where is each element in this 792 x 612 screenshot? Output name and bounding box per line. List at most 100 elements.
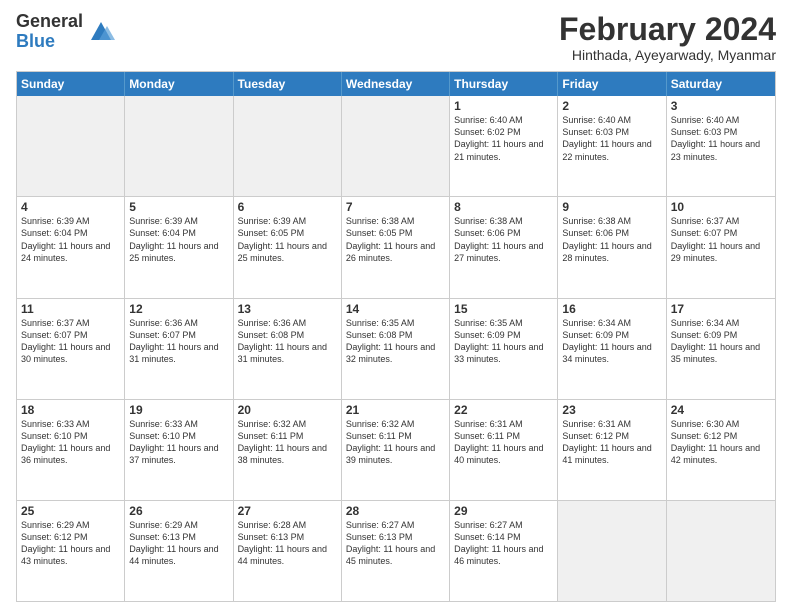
day-number: 11: [21, 302, 120, 316]
cell-info: Sunrise: 6:29 AM Sunset: 6:12 PM Dayligh…: [21, 519, 120, 568]
calendar-cell: 1Sunrise: 6:40 AM Sunset: 6:02 PM Daylig…: [450, 96, 558, 196]
day-number: 10: [671, 200, 771, 214]
main-title: February 2024: [559, 12, 776, 47]
day-number: 7: [346, 200, 445, 214]
cell-info: Sunrise: 6:35 AM Sunset: 6:09 PM Dayligh…: [454, 317, 553, 366]
cell-info: Sunrise: 6:33 AM Sunset: 6:10 PM Dayligh…: [129, 418, 228, 467]
day-number: 20: [238, 403, 337, 417]
calendar-cell: [17, 96, 125, 196]
cell-info: Sunrise: 6:34 AM Sunset: 6:09 PM Dayligh…: [562, 317, 661, 366]
calendar-cell: 17Sunrise: 6:34 AM Sunset: 6:09 PM Dayli…: [667, 299, 775, 399]
cell-info: Sunrise: 6:35 AM Sunset: 6:08 PM Dayligh…: [346, 317, 445, 366]
cell-info: Sunrise: 6:39 AM Sunset: 6:04 PM Dayligh…: [129, 215, 228, 264]
day-number: 18: [21, 403, 120, 417]
calendar-cell: 23Sunrise: 6:31 AM Sunset: 6:12 PM Dayli…: [558, 400, 666, 500]
calendar-cell: 5Sunrise: 6:39 AM Sunset: 6:04 PM Daylig…: [125, 197, 233, 297]
cell-info: Sunrise: 6:33 AM Sunset: 6:10 PM Dayligh…: [21, 418, 120, 467]
calendar-cell: [558, 501, 666, 601]
day-number: 3: [671, 99, 771, 113]
calendar-cell: 19Sunrise: 6:33 AM Sunset: 6:10 PM Dayli…: [125, 400, 233, 500]
cell-info: Sunrise: 6:40 AM Sunset: 6:03 PM Dayligh…: [562, 114, 661, 163]
cell-info: Sunrise: 6:36 AM Sunset: 6:07 PM Dayligh…: [129, 317, 228, 366]
cell-info: Sunrise: 6:37 AM Sunset: 6:07 PM Dayligh…: [21, 317, 120, 366]
calendar-cell: [125, 96, 233, 196]
calendar-header: SundayMondayTuesdayWednesdayThursdayFrid…: [17, 72, 775, 96]
day-number: 13: [238, 302, 337, 316]
day-number: 14: [346, 302, 445, 316]
cell-info: Sunrise: 6:32 AM Sunset: 6:11 PM Dayligh…: [238, 418, 337, 467]
header-day-tuesday: Tuesday: [234, 72, 342, 96]
calendar: SundayMondayTuesdayWednesdayThursdayFrid…: [16, 71, 776, 602]
calendar-cell: 7Sunrise: 6:38 AM Sunset: 6:05 PM Daylig…: [342, 197, 450, 297]
day-number: 28: [346, 504, 445, 518]
calendar-cell: 15Sunrise: 6:35 AM Sunset: 6:09 PM Dayli…: [450, 299, 558, 399]
calendar-cell: 2Sunrise: 6:40 AM Sunset: 6:03 PM Daylig…: [558, 96, 666, 196]
calendar-cell: 27Sunrise: 6:28 AM Sunset: 6:13 PM Dayli…: [234, 501, 342, 601]
calendar-cell: 3Sunrise: 6:40 AM Sunset: 6:03 PM Daylig…: [667, 96, 775, 196]
calendar-week-1: 4Sunrise: 6:39 AM Sunset: 6:04 PM Daylig…: [17, 196, 775, 297]
day-number: 8: [454, 200, 553, 214]
calendar-cell: 28Sunrise: 6:27 AM Sunset: 6:13 PM Dayli…: [342, 501, 450, 601]
title-block: February 2024 Hinthada, Ayeyarwady, Myan…: [559, 12, 776, 63]
calendar-cell: 16Sunrise: 6:34 AM Sunset: 6:09 PM Dayli…: [558, 299, 666, 399]
day-number: 27: [238, 504, 337, 518]
calendar-cell: 14Sunrise: 6:35 AM Sunset: 6:08 PM Dayli…: [342, 299, 450, 399]
day-number: 4: [21, 200, 120, 214]
header-day-friday: Friday: [558, 72, 666, 96]
calendar-week-2: 11Sunrise: 6:37 AM Sunset: 6:07 PM Dayli…: [17, 298, 775, 399]
calendar-cell: [342, 96, 450, 196]
cell-info: Sunrise: 6:32 AM Sunset: 6:11 PM Dayligh…: [346, 418, 445, 467]
cell-info: Sunrise: 6:27 AM Sunset: 6:13 PM Dayligh…: [346, 519, 445, 568]
header-day-wednesday: Wednesday: [342, 72, 450, 96]
cell-info: Sunrise: 6:38 AM Sunset: 6:06 PM Dayligh…: [562, 215, 661, 264]
header-day-saturday: Saturday: [667, 72, 775, 96]
cell-info: Sunrise: 6:31 AM Sunset: 6:12 PM Dayligh…: [562, 418, 661, 467]
calendar-cell: 20Sunrise: 6:32 AM Sunset: 6:11 PM Dayli…: [234, 400, 342, 500]
page: General Blue February 2024 Hinthada, Aye…: [0, 0, 792, 612]
header-day-thursday: Thursday: [450, 72, 558, 96]
calendar-cell: 8Sunrise: 6:38 AM Sunset: 6:06 PM Daylig…: [450, 197, 558, 297]
cell-info: Sunrise: 6:40 AM Sunset: 6:03 PM Dayligh…: [671, 114, 771, 163]
day-number: 2: [562, 99, 661, 113]
cell-info: Sunrise: 6:34 AM Sunset: 6:09 PM Dayligh…: [671, 317, 771, 366]
day-number: 22: [454, 403, 553, 417]
day-number: 1: [454, 99, 553, 113]
day-number: 26: [129, 504, 228, 518]
cell-info: Sunrise: 6:30 AM Sunset: 6:12 PM Dayligh…: [671, 418, 771, 467]
cell-info: Sunrise: 6:37 AM Sunset: 6:07 PM Dayligh…: [671, 215, 771, 264]
day-number: 5: [129, 200, 228, 214]
header-day-monday: Monday: [125, 72, 233, 96]
calendar-body: 1Sunrise: 6:40 AM Sunset: 6:02 PM Daylig…: [17, 96, 775, 601]
calendar-week-3: 18Sunrise: 6:33 AM Sunset: 6:10 PM Dayli…: [17, 399, 775, 500]
calendar-cell: 6Sunrise: 6:39 AM Sunset: 6:05 PM Daylig…: [234, 197, 342, 297]
calendar-cell: 26Sunrise: 6:29 AM Sunset: 6:13 PM Dayli…: [125, 501, 233, 601]
cell-info: Sunrise: 6:39 AM Sunset: 6:04 PM Dayligh…: [21, 215, 120, 264]
calendar-week-0: 1Sunrise: 6:40 AM Sunset: 6:02 PM Daylig…: [17, 96, 775, 196]
calendar-cell: 9Sunrise: 6:38 AM Sunset: 6:06 PM Daylig…: [558, 197, 666, 297]
calendar-cell: 12Sunrise: 6:36 AM Sunset: 6:07 PM Dayli…: [125, 299, 233, 399]
cell-info: Sunrise: 6:39 AM Sunset: 6:05 PM Dayligh…: [238, 215, 337, 264]
cell-info: Sunrise: 6:31 AM Sunset: 6:11 PM Dayligh…: [454, 418, 553, 467]
day-number: 21: [346, 403, 445, 417]
logo-general: General: [16, 12, 83, 32]
cell-info: Sunrise: 6:40 AM Sunset: 6:02 PM Dayligh…: [454, 114, 553, 163]
day-number: 9: [562, 200, 661, 214]
calendar-cell: 18Sunrise: 6:33 AM Sunset: 6:10 PM Dayli…: [17, 400, 125, 500]
day-number: 19: [129, 403, 228, 417]
logo-icon: [87, 18, 115, 46]
day-number: 24: [671, 403, 771, 417]
calendar-cell: 10Sunrise: 6:37 AM Sunset: 6:07 PM Dayli…: [667, 197, 775, 297]
calendar-cell: 29Sunrise: 6:27 AM Sunset: 6:14 PM Dayli…: [450, 501, 558, 601]
day-number: 12: [129, 302, 228, 316]
calendar-week-4: 25Sunrise: 6:29 AM Sunset: 6:12 PM Dayli…: [17, 500, 775, 601]
calendar-cell: 22Sunrise: 6:31 AM Sunset: 6:11 PM Dayli…: [450, 400, 558, 500]
logo-blue: Blue: [16, 32, 83, 52]
day-number: 17: [671, 302, 771, 316]
calendar-cell: [234, 96, 342, 196]
cell-info: Sunrise: 6:38 AM Sunset: 6:05 PM Dayligh…: [346, 215, 445, 264]
day-number: 23: [562, 403, 661, 417]
cell-info: Sunrise: 6:29 AM Sunset: 6:13 PM Dayligh…: [129, 519, 228, 568]
calendar-cell: 4Sunrise: 6:39 AM Sunset: 6:04 PM Daylig…: [17, 197, 125, 297]
calendar-cell: 25Sunrise: 6:29 AM Sunset: 6:12 PM Dayli…: [17, 501, 125, 601]
day-number: 25: [21, 504, 120, 518]
